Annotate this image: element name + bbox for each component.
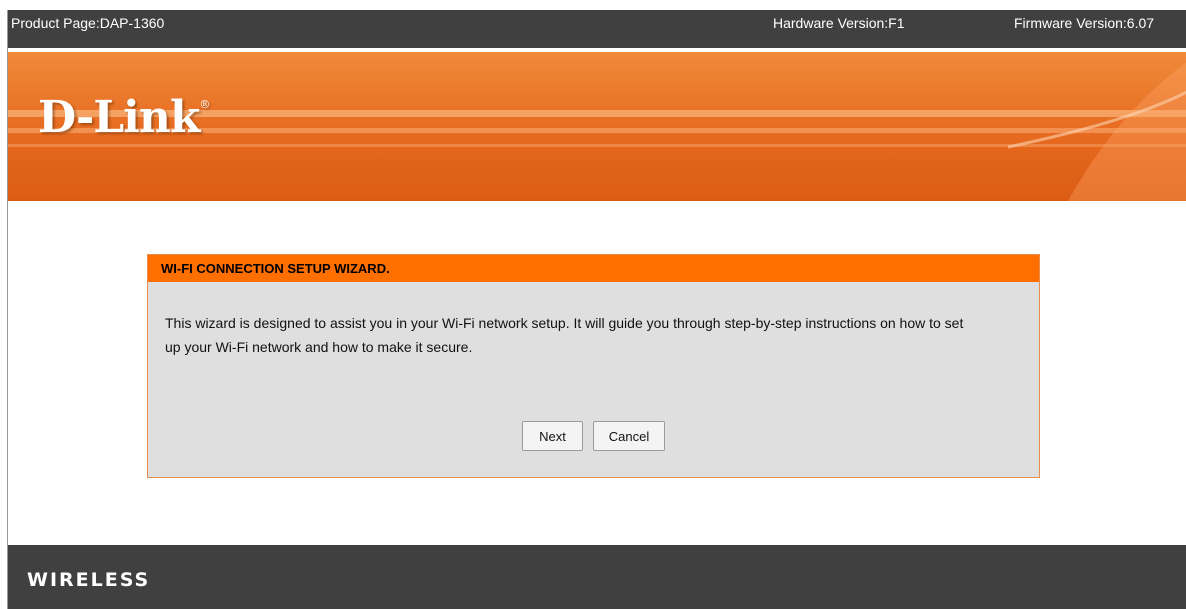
cancel-button[interactable]: Cancel	[593, 421, 665, 451]
firmware-version: Firmware Version:6.07	[1014, 15, 1155, 31]
wizard-header: WI-FI CONNECTION SETUP WIZARD.	[148, 255, 1039, 282]
product-page-link[interactable]: Product Page:DAP-1360	[11, 15, 164, 31]
footer-label: WIRELESS	[27, 569, 151, 591]
setup-wizard-panel: WI-FI CONNECTION SETUP WIZARD. This wiza…	[147, 254, 1040, 478]
page-frame: Product Page:DAP-1360 Hardware Version:F…	[7, 10, 1186, 609]
next-button[interactable]: Next	[522, 421, 583, 451]
wizard-description: This wizard is designed to assist you in…	[165, 315, 964, 355]
hardware-version: Hardware Version:F1	[773, 15, 905, 31]
top-info-bar: Product Page:DAP-1360 Hardware Version:F…	[8, 10, 1186, 48]
logo-text: D-Link	[38, 92, 200, 143]
wizard-title: WI-FI CONNECTION SETUP WIZARD.	[161, 261, 390, 276]
brand-banner: D-Link®	[8, 52, 1186, 201]
registered-mark: ®	[199, 98, 210, 111]
footer-bar: WIRELESS	[8, 545, 1186, 609]
dlink-logo: D-Link®	[38, 92, 210, 143]
